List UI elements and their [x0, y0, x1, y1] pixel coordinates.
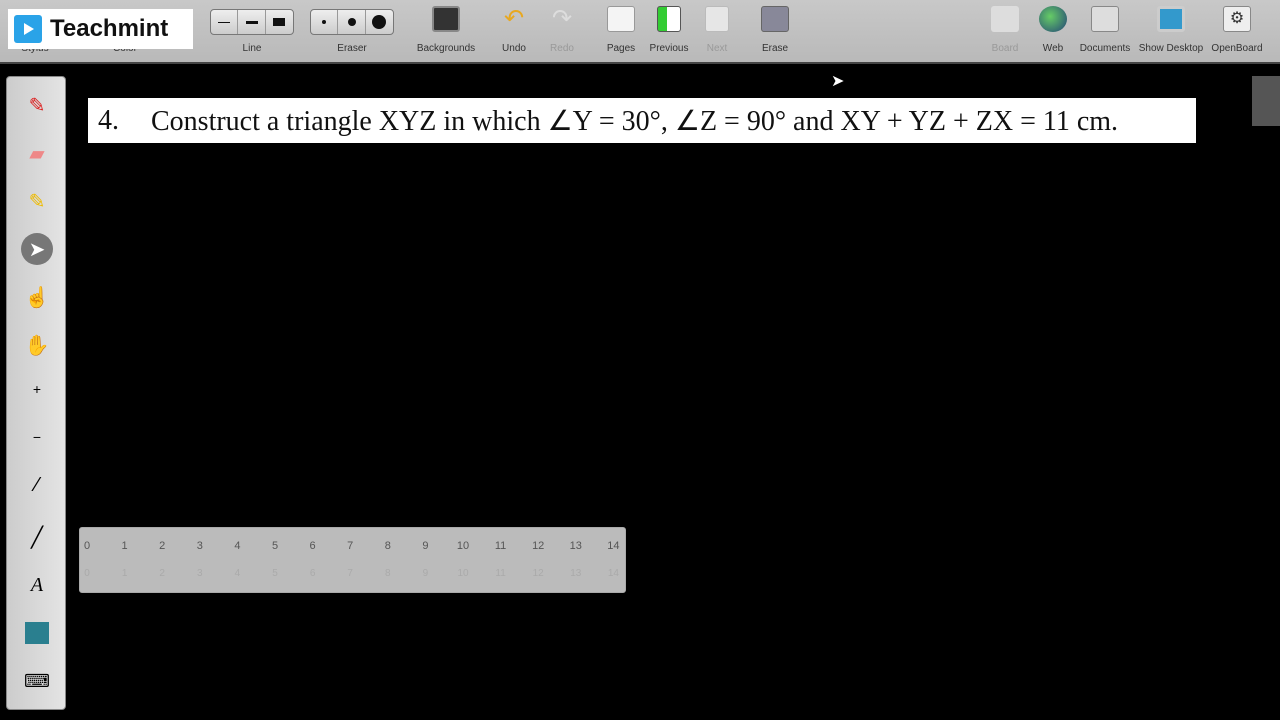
- laser-pointer-icon[interactable]: ⁄: [21, 469, 53, 501]
- ruler-tick-label: 7: [347, 568, 353, 579]
- ruler-tick-label: 8: [384, 540, 391, 552]
- documents-button[interactable]: Documents: [1080, 6, 1130, 54]
- zoom-in-icon[interactable]: +: [21, 373, 53, 405]
- ruler-tick-label: 14: [607, 540, 620, 552]
- ruler-tick-label: 8: [385, 568, 391, 579]
- web-button[interactable]: Web: [1036, 6, 1070, 54]
- zoom-out-icon[interactable]: −: [21, 421, 53, 453]
- ruler-tick-label: 0: [84, 568, 90, 579]
- line-medium-button[interactable]: [238, 10, 266, 34]
- ruler-tick-label: 9: [422, 540, 429, 552]
- show-desktop-button[interactable]: Show Desktop: [1139, 6, 1203, 54]
- capture-tool-icon[interactable]: [25, 622, 49, 644]
- gear-icon: ⚙: [1223, 6, 1251, 32]
- eraser-large-button[interactable]: [366, 10, 393, 34]
- ruler-tick-label: 1: [121, 540, 128, 552]
- ruler-tick-label: 5: [272, 568, 278, 579]
- highlighter-tool-icon[interactable]: ✎: [21, 185, 53, 217]
- ruler-tick-label: 3: [196, 540, 203, 552]
- ruler-tick-label: 6: [309, 540, 316, 552]
- ruler-tick-label: 2: [159, 568, 165, 579]
- ruler-tick-label: 14: [607, 568, 619, 579]
- eraser-small-button[interactable]: [311, 10, 339, 34]
- library-panel-toggle[interactable]: [1252, 76, 1280, 126]
- eraser-size-group: Eraser: [310, 6, 394, 54]
- ruler-tick-label: 1: [121, 568, 128, 579]
- pen-tool-icon[interactable]: ✎: [21, 89, 53, 121]
- next-button[interactable]: Next: [700, 6, 734, 54]
- interact-tool-icon[interactable]: ☝: [21, 281, 53, 313]
- ruler-tick-label: 12: [532, 540, 545, 552]
- openboard-menu-button[interactable]: ⚙ OpenBoard: [1211, 6, 1263, 54]
- selector-tool-icon[interactable]: ➤: [21, 233, 53, 265]
- mouse-cursor: ➤: [831, 73, 845, 90]
- globe-icon: [1039, 6, 1067, 32]
- tool-sidebar: ✎ ▰ ✎ ➤ ☝ ✋ + − ⁄ ╱ A ⌨: [6, 76, 66, 710]
- ruler-tool[interactable]: 0 0 1 1 2 2 3 3 4 4 5 5 6 6 7 7 8 8 9 9 10 10 11 11 12 12 13 13 14 14: [79, 527, 626, 593]
- ruler-tick-label: 10: [457, 568, 469, 579]
- ruler-tick-label: 5: [271, 540, 279, 552]
- ruler-tick-label: 6: [309, 568, 316, 579]
- erase-all-icon: [761, 6, 789, 32]
- ruler-tick-label: 13: [570, 568, 582, 579]
- text-tool-icon[interactable]: A: [21, 569, 53, 601]
- next-page-icon: [705, 6, 729, 32]
- ruler-tick-label: 11: [494, 540, 507, 552]
- ruler-tick-label: 7: [347, 540, 354, 552]
- undo-button[interactable]: ↶ Undo: [497, 5, 531, 55]
- hand-tool-icon[interactable]: ✋: [21, 329, 53, 361]
- eraser-medium-button[interactable]: [338, 10, 366, 34]
- teachmint-logo-icon: [14, 15, 42, 43]
- backgrounds-icon: [432, 6, 460, 32]
- eraser-tool-icon[interactable]: ▰: [21, 137, 53, 169]
- line-tool-icon[interactable]: ╱: [21, 521, 53, 553]
- ruler-tick-label: 3: [197, 568, 203, 579]
- monitor-icon: [1157, 6, 1185, 32]
- ruler-tick-label: 11: [495, 568, 506, 579]
- previous-page-icon: [657, 6, 681, 32]
- toolbar: Stylus Color Teachmint Line Eraser Backg…: [0, 0, 1280, 64]
- ruler-tick-label: 0: [83, 540, 91, 552]
- line-width-group: Line: [210, 6, 294, 54]
- ruler-tick-label: 10: [456, 540, 470, 552]
- ruler-tick-label: 4: [234, 540, 241, 552]
- backgrounds-button[interactable]: Backgrounds: [417, 6, 475, 54]
- ruler-tick-label: 13: [569, 540, 582, 552]
- line-thick-button[interactable]: [266, 10, 293, 34]
- redo-button[interactable]: ↷ Redo: [545, 5, 579, 55]
- question-text-box[interactable]: 4. Construct a triangle XYZ in which ∠Y …: [88, 98, 1196, 143]
- folder-icon: [1091, 6, 1119, 32]
- board-icon: [991, 6, 1019, 32]
- ruler-tick-label: 2: [159, 540, 166, 552]
- add-page-icon: [607, 6, 635, 32]
- pages-button[interactable]: Pages: [604, 6, 638, 54]
- teachmint-logo: Teachmint: [8, 9, 193, 49]
- line-thin-button[interactable]: [211, 10, 239, 34]
- erase-button[interactable]: Erase: [758, 6, 792, 54]
- board-button[interactable]: Board: [988, 6, 1022, 54]
- redo-icon: ↷: [551, 5, 573, 32]
- ruler-tick-label: 4: [234, 568, 241, 579]
- previous-button[interactable]: Previous: [650, 6, 688, 54]
- ruler-tick-label: 12: [532, 568, 544, 579]
- keyboard-icon[interactable]: ⌨: [21, 665, 53, 697]
- undo-icon: ↶: [503, 5, 525, 32]
- ruler-tick-label: 9: [422, 568, 429, 579]
